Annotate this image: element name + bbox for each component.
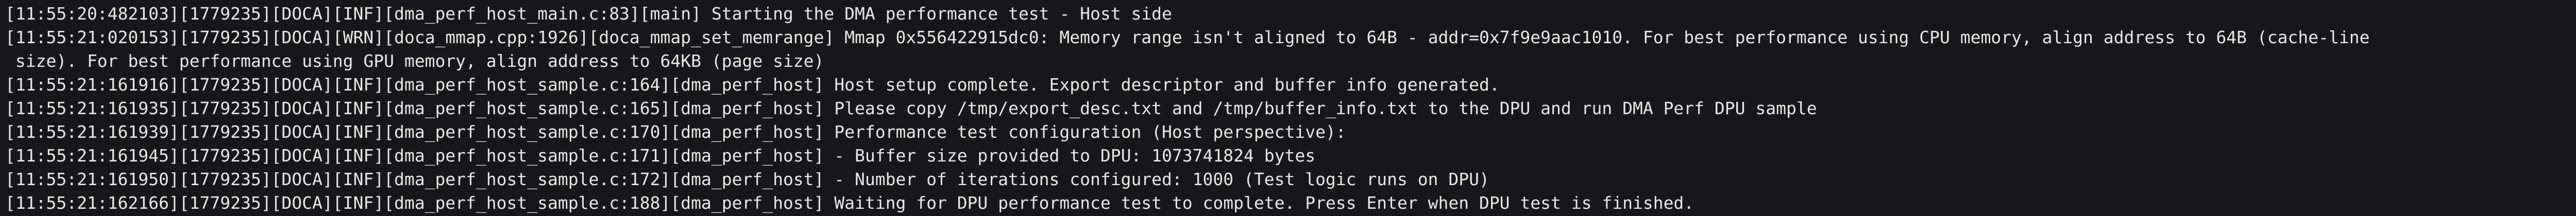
- log-line-iterations: [11:55:21:161950][1779235][DOCA][INF][dm…: [5, 169, 1489, 189]
- log-line-config-header: [11:55:21:161939][1779235][DOCA][INF][dm…: [5, 122, 1346, 142]
- log-line-waiting: [11:55:21:162166][1779235][DOCA][INF][dm…: [5, 193, 1694, 213]
- terminal-window[interactable]: [11:55:20:482103][1779235][DOCA][INF][dm…: [0, 0, 2576, 216]
- log-line-mmap-warning: [11:55:21:020153][1779235][DOCA][WRN][do…: [5, 27, 2370, 47]
- log-line-setup-complete: [11:55:21:161916][1779235][DOCA][INF][dm…: [5, 75, 1500, 95]
- log-line-mmap-warning-wrap: size). For best performance using GPU me…: [5, 51, 824, 71]
- log-line-copy-instructions: [11:55:21:161935][1779235][DOCA][INF][dm…: [5, 98, 1817, 118]
- log-line-buffer-size: [11:55:21:161945][1779235][DOCA][INF][dm…: [5, 146, 1316, 166]
- log-line-start: [11:55:20:482103][1779235][DOCA][INF][dm…: [5, 4, 1172, 24]
